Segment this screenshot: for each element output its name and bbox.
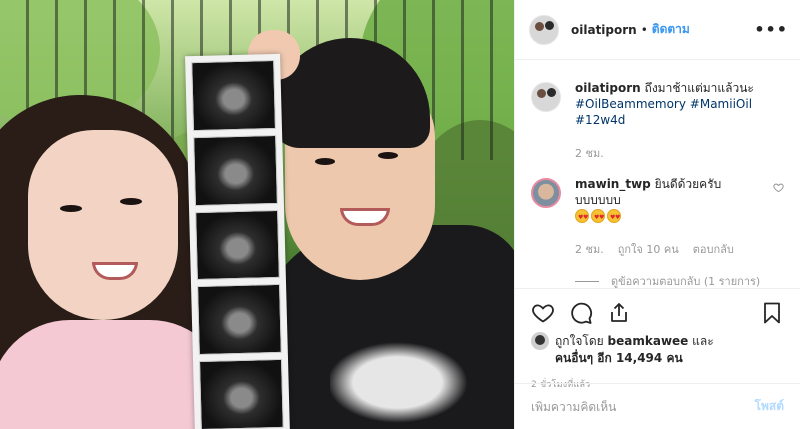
eye xyxy=(60,205,82,212)
comment-likes[interactable]: ถูกใจ 10 คน xyxy=(618,240,679,258)
comment-username[interactable]: mawin_twp xyxy=(575,177,651,191)
hashtag-link[interactable]: #MamiiOil xyxy=(690,97,752,111)
like-comment-heart-icon[interactable] xyxy=(773,182,784,193)
likes-and: และ xyxy=(692,334,714,348)
likes-count: 14,494 xyxy=(615,351,663,365)
ultrasound-scan xyxy=(191,59,276,131)
others-link[interactable]: คนอื่นๆ อีก 14,494 คน xyxy=(555,351,683,365)
post-comment-button[interactable]: โพสต์ xyxy=(755,397,784,416)
add-comment-bar: โพสต์ xyxy=(515,383,800,429)
more-options-icon[interactable]: ••• xyxy=(754,20,788,39)
liker-avatar[interactable] xyxy=(531,332,549,350)
post-header: oilatiporn • ติดตาม ••• xyxy=(515,0,800,60)
likes-summary: ถูกใจโดย beamkawee และ คนอื่นๆ อีก 14,49… xyxy=(531,332,784,367)
hashtag-link[interactable]: #12w4d xyxy=(575,113,625,127)
caption: oilatiporn ถึงมาช้าแต่มาแล้วนะ #OilBeamm… xyxy=(531,80,784,162)
commenter-avatar[interactable] xyxy=(531,178,561,208)
avatar[interactable] xyxy=(529,14,559,45)
shirt-print xyxy=(330,335,480,429)
eye xyxy=(315,158,335,165)
post-side-panel: oilatiporn • ติดตาม ••• oilatiporn ถึงมา… xyxy=(514,0,800,429)
ultrasound-strip xyxy=(185,53,290,429)
replies-divider xyxy=(575,280,599,282)
post-photo[interactable] xyxy=(0,0,514,429)
like-heart-icon[interactable] xyxy=(531,301,555,325)
header-username[interactable]: oilatiporn xyxy=(571,23,637,37)
bookmark-icon[interactable] xyxy=(760,301,784,325)
separator-dot: • xyxy=(640,22,648,37)
others-prefix: คนอื่นๆ อีก xyxy=(555,351,612,365)
liker-username[interactable]: beamkawee xyxy=(608,334,689,348)
likes-suffix: คน xyxy=(666,351,683,365)
likes-prefix: ถูกใจโดย xyxy=(555,334,604,348)
woman-face xyxy=(28,130,178,320)
follow-button[interactable]: ติดตาม xyxy=(652,20,690,39)
reply-button[interactable]: ตอบกลับ xyxy=(693,240,734,258)
instagram-post: oilatiporn • ติดตาม ••• oilatiporn ถึงมา… xyxy=(0,0,800,429)
share-icon[interactable] xyxy=(607,301,631,325)
comments-list: oilatiporn ถึงมาช้าแต่มาแล้วนะ #OilBeamm… xyxy=(515,60,800,288)
caption-text: ถึงมาช้าแต่มาแล้วนะ xyxy=(644,81,754,95)
ultrasound-scan xyxy=(199,359,284,429)
avatar[interactable] xyxy=(531,82,561,112)
hashtag-link[interactable]: #OilBeammemory xyxy=(575,97,686,111)
post-actions: ถูกใจโดย beamkawee และ คนอื่นๆ อีก 14,49… xyxy=(515,288,800,391)
heart-eyes-emoji xyxy=(575,209,623,226)
comment: mawin_twp ยินดีด้วยครับบบบบบบ 2 ชม. ถูกใ… xyxy=(531,176,784,258)
comment-bubble-icon[interactable] xyxy=(569,301,593,325)
comment-time[interactable]: 2 ชม. xyxy=(575,240,604,258)
eye xyxy=(120,198,142,205)
ultrasound-scan xyxy=(195,209,280,281)
ultrasound-scan xyxy=(197,284,282,356)
caption-username[interactable]: oilatiporn xyxy=(575,81,641,95)
ultrasound-scan xyxy=(193,134,278,206)
eye xyxy=(378,152,398,159)
comment-input[interactable] xyxy=(531,399,755,414)
caption-time[interactable]: 2 ชม. xyxy=(575,144,604,162)
